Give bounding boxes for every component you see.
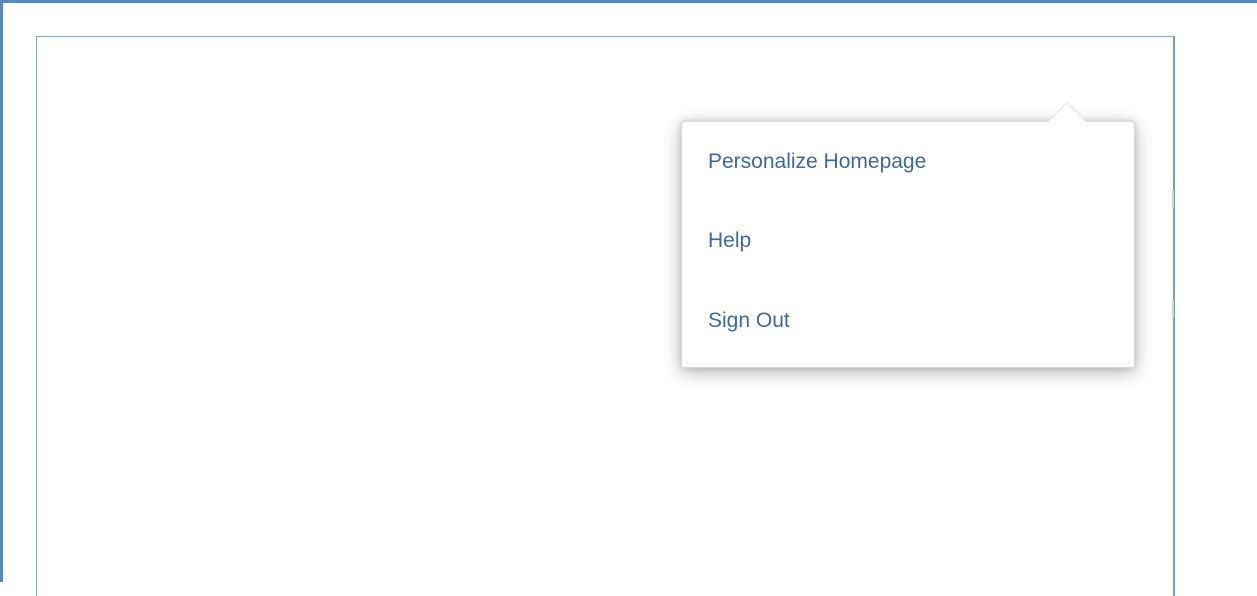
scroll-edge-marker: [1172, 190, 1174, 208]
scroll-edge-marker: [1172, 300, 1174, 318]
user-menu-popover: Personalize Homepage Help Sign Out: [681, 102, 1135, 368]
menu-item-personalize-homepage[interactable]: Personalize Homepage: [708, 147, 926, 177]
popover-arrow-icon: [1047, 102, 1087, 122]
menu-item-sign-out[interactable]: Sign Out: [708, 306, 790, 336]
menu-item-help[interactable]: Help: [708, 226, 751, 256]
